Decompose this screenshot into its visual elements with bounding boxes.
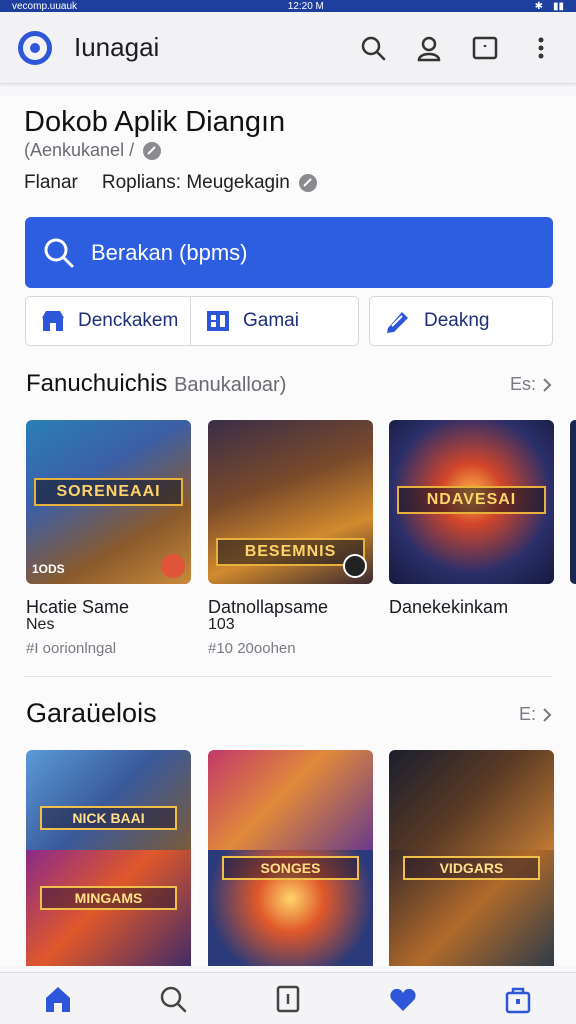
game-thumbnail bbox=[570, 420, 576, 584]
game-name: Hcatie Same bbox=[26, 597, 130, 617]
game-thumbnail: BESEMNIS bbox=[208, 420, 373, 584]
chip-games[interactable]: Gamai bbox=[190, 296, 359, 346]
game-tile-banner: SONGES bbox=[222, 856, 359, 880]
search-placeholder: Berakan (bpms) bbox=[91, 239, 248, 265]
section-featured-see-more[interactable]: Es: bbox=[510, 374, 552, 395]
game-tile[interactable] bbox=[208, 750, 373, 850]
search-icon[interactable] bbox=[356, 31, 390, 65]
more-icon[interactable] bbox=[524, 31, 558, 65]
store-title: Dokob Aplik Diangın bbox=[24, 106, 286, 138]
see-more-label: Es: bbox=[509, 374, 536, 394]
game-card[interactable]: SORENEAAI 1ODS Hcatie Same Nes #I oorion… bbox=[26, 420, 191, 657]
messages-icon[interactable] bbox=[468, 31, 502, 65]
chevron-right-icon bbox=[543, 707, 552, 722]
chip-store-label: Denckakem bbox=[78, 310, 179, 331]
store-meta-right: Roplians: Meugekagin bbox=[101, 172, 290, 193]
store-subtitle-text: (Aenkukanel / bbox=[24, 140, 135, 160]
chevron-right-icon bbox=[543, 377, 552, 392]
verified-icon bbox=[143, 141, 162, 160]
game-thumbnail: SORENEAAI 1ODS bbox=[26, 420, 191, 584]
section-featured-title: Fanuchuichis Banukalloar) bbox=[26, 370, 286, 398]
search-icon bbox=[44, 238, 74, 267]
chip-store[interactable]: Denckakem bbox=[25, 296, 191, 346]
search-icon[interactable] bbox=[153, 979, 193, 1019]
status-left: vecomp.uuauk bbox=[12, 0, 78, 12]
favorites-icon[interactable] bbox=[383, 979, 423, 1019]
section-featured-title-text: Fanuchuichis bbox=[26, 370, 168, 397]
signal-icon: ▮▮ bbox=[552, 0, 564, 12]
category-chips: Denckakem Gamai Deakng bbox=[25, 296, 553, 346]
game-tile-banner: NICK BAAI bbox=[40, 806, 177, 830]
game-tile-banner: VIDGARS bbox=[403, 856, 540, 880]
chip-ranking-label: Deakng bbox=[424, 310, 490, 331]
section-featured-subtitle: Banukalloar) bbox=[174, 374, 287, 396]
game-tile[interactable]: SONGES bbox=[208, 850, 373, 966]
game-tile[interactable]: VIDGARS bbox=[389, 850, 554, 966]
game-name: Datnollapsame bbox=[208, 597, 329, 617]
section-popular-see-more[interactable]: E: bbox=[519, 704, 552, 725]
main-content: Dokob Aplik Diangın (Aenkukanel / Flanar… bbox=[0, 96, 576, 966]
account-icon[interactable] bbox=[412, 31, 446, 65]
rating-badge-icon bbox=[343, 554, 367, 578]
chip-ranking[interactable]: Deakng bbox=[369, 296, 553, 346]
status-bar: vecomp.uuauk 12:20 M ✱ ▮▮ bbox=[0, 0, 576, 12]
bluetooth-icon: ✱ bbox=[534, 0, 543, 12]
game-card-peek[interactable] bbox=[570, 420, 576, 584]
bottom-nav bbox=[0, 972, 576, 1024]
app-actions bbox=[356, 31, 558, 65]
store-meta-left: Flanar bbox=[24, 172, 78, 193]
game-corner-label: 1ODS bbox=[32, 562, 65, 576]
grid-icon bbox=[207, 311, 229, 331]
game-tile[interactable] bbox=[389, 750, 554, 850]
info-icon bbox=[298, 174, 317, 192]
game-card[interactable]: NDAVESAI Danekekinkam bbox=[389, 420, 554, 622]
app-title: Iunagai bbox=[74, 32, 160, 62]
store-meta: Flanar Roplians: Meugekagin bbox=[24, 172, 318, 194]
game-name: Danekekinkam bbox=[389, 597, 509, 617]
game-tile[interactable]: NICK BAAI bbox=[26, 750, 191, 850]
game-thumbnail: NDAVESAI bbox=[389, 420, 554, 584]
game-tile[interactable]: MINGAMS bbox=[26, 850, 191, 966]
app-logo-icon[interactable] bbox=[18, 30, 52, 65]
home-icon[interactable] bbox=[38, 979, 78, 1019]
game-card[interactable]: BESEMNIS Datnollapsame 103 #10 20oohen bbox=[208, 420, 373, 657]
game-tile-banner: MINGAMS bbox=[40, 886, 177, 910]
status-icons: ✱ ▮▮ bbox=[535, 1, 564, 12]
bag-icon[interactable] bbox=[498, 979, 538, 1019]
game-subtitle: 103 bbox=[208, 616, 235, 633]
tabs-icon[interactable] bbox=[268, 979, 308, 1019]
section-divider bbox=[24, 676, 552, 677]
store-icon bbox=[42, 311, 64, 331]
edit-icon bbox=[387, 312, 408, 333]
section-popular-title: Garaüelois bbox=[26, 698, 157, 728]
game-banner: NDAVESAI bbox=[397, 486, 546, 514]
chip-games-label: Gamai bbox=[243, 310, 299, 331]
rating-badge-icon bbox=[161, 554, 185, 578]
app-bar: Iunagai bbox=[0, 12, 576, 84]
game-banner: SORENEAAI bbox=[34, 478, 183, 506]
game-subtitle: Nes bbox=[26, 616, 55, 633]
game-meta: #I oorionlngal bbox=[26, 640, 117, 657]
see-more-label: E: bbox=[518, 704, 536, 724]
status-time: 12:20 M bbox=[287, 0, 324, 12]
game-meta: #10 20oohen bbox=[208, 640, 296, 657]
search-bar[interactable]: Berakan (bpms) bbox=[25, 217, 553, 288]
store-subtitle: (Aenkukanel / bbox=[24, 140, 162, 161]
